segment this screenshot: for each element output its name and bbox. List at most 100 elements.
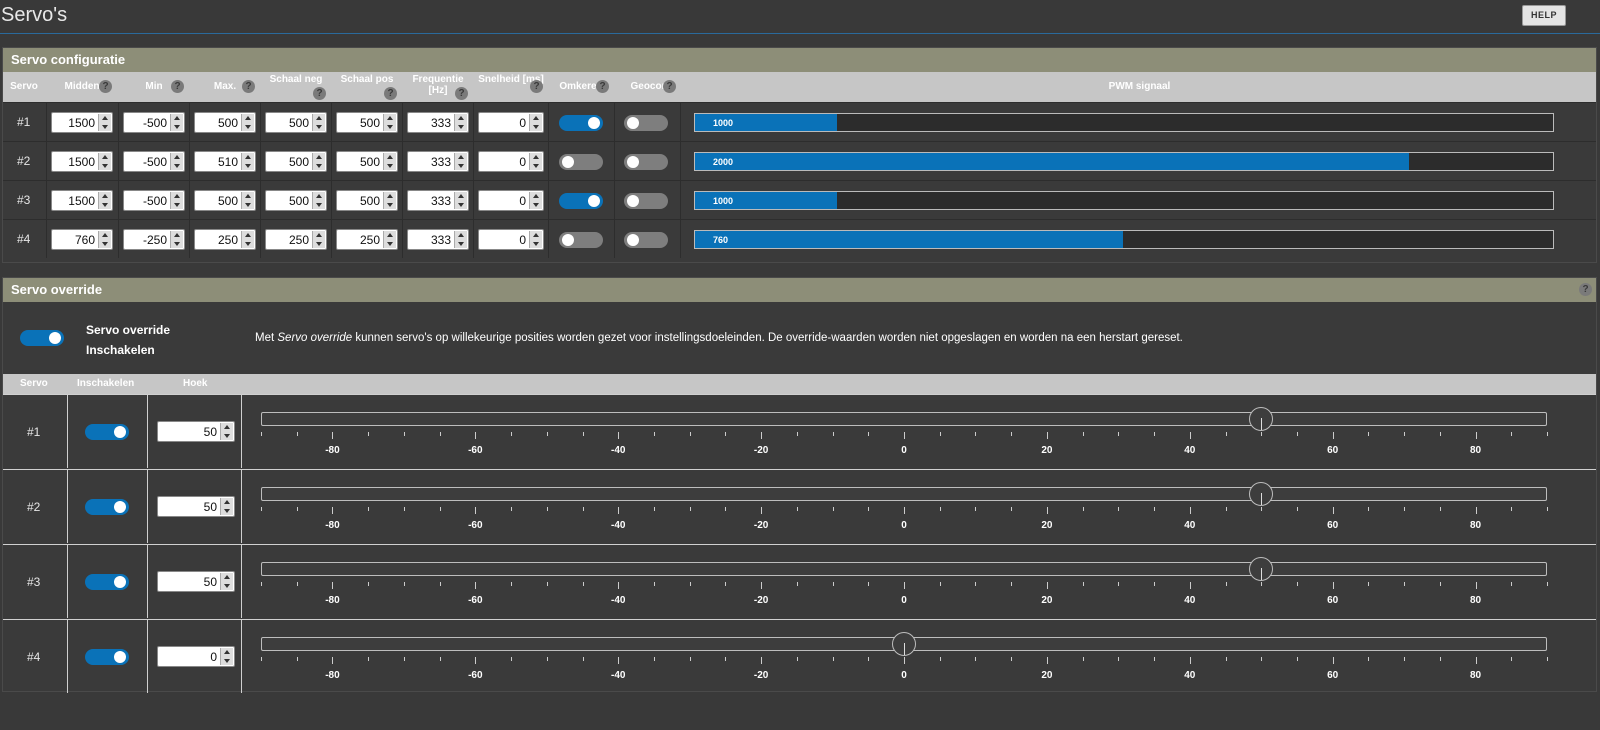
servo-rateneg-input[interactable]: 500 bbox=[265, 190, 327, 211]
servo-angle-slider[interactable]: -80 -60 -40 -20 0 20 40 60 80 bbox=[261, 620, 1551, 694]
spinner-arrows-icon[interactable] bbox=[383, 114, 396, 131]
help-icon[interactable]: ? bbox=[242, 80, 255, 93]
spinner-arrows-icon[interactable] bbox=[529, 153, 542, 170]
spinner-arrows-icon[interactable] bbox=[529, 114, 542, 131]
servo-angle-slider[interactable]: -80 -60 -40 -20 0 20 40 60 80 bbox=[261, 395, 1551, 469]
servo-speed-input[interactable]: 0 bbox=[478, 229, 544, 250]
help-icon[interactable]: ? bbox=[313, 87, 326, 100]
servo-mid-input[interactable]: 1500 bbox=[51, 151, 113, 172]
servo-freq-input[interactable]: 333 bbox=[407, 151, 469, 172]
geocor-toggle[interactable] bbox=[624, 193, 668, 209]
spinner-arrows-icon[interactable] bbox=[383, 192, 396, 209]
reverse-toggle[interactable] bbox=[559, 154, 603, 170]
servo-max-input[interactable]: 250 bbox=[194, 229, 256, 250]
servo-freq-input[interactable]: 333 bbox=[407, 190, 469, 211]
servo-speed-input[interactable]: 0 bbox=[478, 112, 544, 133]
slider-track[interactable] bbox=[261, 412, 1547, 426]
servo-mid-input[interactable]: 760 bbox=[51, 229, 113, 250]
spinner-arrows-icon[interactable] bbox=[529, 192, 542, 209]
help-icon[interactable]: ? bbox=[99, 80, 112, 93]
slider-handle[interactable] bbox=[1249, 557, 1274, 581]
slider-handle[interactable] bbox=[892, 632, 916, 656]
servo-speed-input[interactable]: 0 bbox=[478, 190, 544, 211]
geocor-toggle[interactable] bbox=[624, 115, 668, 131]
spinner-arrows-icon[interactable] bbox=[220, 498, 233, 515]
column-divider bbox=[260, 181, 261, 219]
spinner-arrows-icon[interactable] bbox=[312, 192, 325, 209]
spinner-arrows-icon[interactable] bbox=[383, 153, 396, 170]
servo-ratepos-input[interactable]: 500 bbox=[336, 112, 398, 133]
spinner-arrows-icon[interactable] bbox=[170, 153, 183, 170]
spinner-arrows-icon[interactable] bbox=[454, 153, 467, 170]
spinner-arrows-icon[interactable] bbox=[170, 114, 183, 131]
servo-override-enable-toggle[interactable] bbox=[85, 424, 129, 440]
servo-angle-input[interactable]: 50 bbox=[157, 571, 235, 592]
servo-override-enable-toggle[interactable] bbox=[85, 574, 129, 590]
servo-speed-input[interactable]: 0 bbox=[478, 151, 544, 172]
servo-min-input[interactable]: -500 bbox=[123, 151, 185, 172]
spinner-arrows-icon[interactable] bbox=[241, 153, 254, 170]
help-button[interactable]: HELP bbox=[1522, 5, 1566, 26]
servo-max-input[interactable]: 500 bbox=[194, 190, 256, 211]
geocor-toggle[interactable] bbox=[624, 232, 668, 248]
spinner-arrows-icon[interactable] bbox=[220, 423, 233, 440]
servo-freq-input[interactable]: 333 bbox=[407, 229, 469, 250]
servo-rateneg-input[interactable]: 500 bbox=[265, 151, 327, 172]
spinner-arrows-icon[interactable] bbox=[241, 192, 254, 209]
geocor-toggle[interactable] bbox=[624, 154, 668, 170]
slider-track[interactable] bbox=[261, 487, 1547, 501]
servo-min-input[interactable]: -500 bbox=[123, 190, 185, 211]
spinner-arrows-icon[interactable] bbox=[241, 231, 254, 248]
servo-mid-input[interactable]: 1500 bbox=[51, 190, 113, 211]
slider-track[interactable] bbox=[261, 562, 1547, 576]
help-icon[interactable]: ? bbox=[1579, 283, 1592, 296]
servo-angle-input[interactable]: 50 bbox=[157, 496, 235, 517]
servo-override-toggle[interactable] bbox=[20, 330, 64, 346]
help-icon[interactable]: ? bbox=[596, 80, 609, 93]
spinner-arrows-icon[interactable] bbox=[312, 114, 325, 131]
spinner-arrows-icon[interactable] bbox=[454, 192, 467, 209]
spinner-arrows-icon[interactable] bbox=[529, 231, 542, 248]
servo-override-enable-toggle[interactable] bbox=[85, 499, 129, 515]
servo-angle-input[interactable]: 50 bbox=[157, 421, 235, 442]
servo-min-input[interactable]: -500 bbox=[123, 112, 185, 133]
servo-override-enable-toggle[interactable] bbox=[85, 649, 129, 665]
reverse-toggle[interactable] bbox=[559, 115, 603, 131]
servo-rateneg-input[interactable]: 500 bbox=[265, 112, 327, 133]
spinner-arrows-icon[interactable] bbox=[312, 153, 325, 170]
spinner-arrows-icon[interactable] bbox=[454, 231, 467, 248]
reverse-toggle[interactable] bbox=[559, 232, 603, 248]
servo-angle-slider[interactable]: -80 -60 -40 -20 0 20 40 60 80 bbox=[261, 545, 1551, 619]
servo-max-input[interactable]: 510 bbox=[194, 151, 256, 172]
spinner-arrows-icon[interactable] bbox=[98, 114, 111, 131]
servo-freq-input[interactable]: 333 bbox=[407, 112, 469, 133]
spinner-arrows-icon[interactable] bbox=[241, 114, 254, 131]
servo-ratepos-input[interactable]: 500 bbox=[336, 190, 398, 211]
help-icon[interactable]: ? bbox=[171, 80, 184, 93]
help-icon[interactable]: ? bbox=[455, 87, 468, 100]
servo-ratepos-input[interactable]: 250 bbox=[336, 229, 398, 250]
servo-min-input[interactable]: -250 bbox=[123, 229, 185, 250]
spinner-arrows-icon[interactable] bbox=[220, 648, 233, 665]
servo-ratepos-input[interactable]: 500 bbox=[336, 151, 398, 172]
servo-rateneg-input[interactable]: 250 bbox=[265, 229, 327, 250]
spinner-arrows-icon[interactable] bbox=[98, 231, 111, 248]
servo-angle-input[interactable]: 0 bbox=[157, 646, 235, 667]
spinner-arrows-icon[interactable] bbox=[454, 114, 467, 131]
slider-handle[interactable] bbox=[1249, 482, 1274, 506]
spinner-arrows-icon[interactable] bbox=[98, 192, 111, 209]
reverse-toggle[interactable] bbox=[559, 193, 603, 209]
spinner-arrows-icon[interactable] bbox=[220, 573, 233, 590]
spinner-arrows-icon[interactable] bbox=[170, 231, 183, 248]
spinner-arrows-icon[interactable] bbox=[170, 192, 183, 209]
servo-angle-slider[interactable]: -80 -60 -40 -20 0 20 40 60 80 bbox=[261, 470, 1551, 544]
slider-handle[interactable] bbox=[1249, 407, 1274, 431]
help-icon[interactable]: ? bbox=[663, 80, 676, 93]
spinner-arrows-icon[interactable] bbox=[312, 231, 325, 248]
spinner-arrows-icon[interactable] bbox=[98, 153, 111, 170]
servo-mid-input[interactable]: 1500 bbox=[51, 112, 113, 133]
help-icon[interactable]: ? bbox=[384, 87, 397, 100]
help-icon[interactable]: ? bbox=[530, 80, 543, 93]
spinner-arrows-icon[interactable] bbox=[383, 231, 396, 248]
servo-max-input[interactable]: 500 bbox=[194, 112, 256, 133]
